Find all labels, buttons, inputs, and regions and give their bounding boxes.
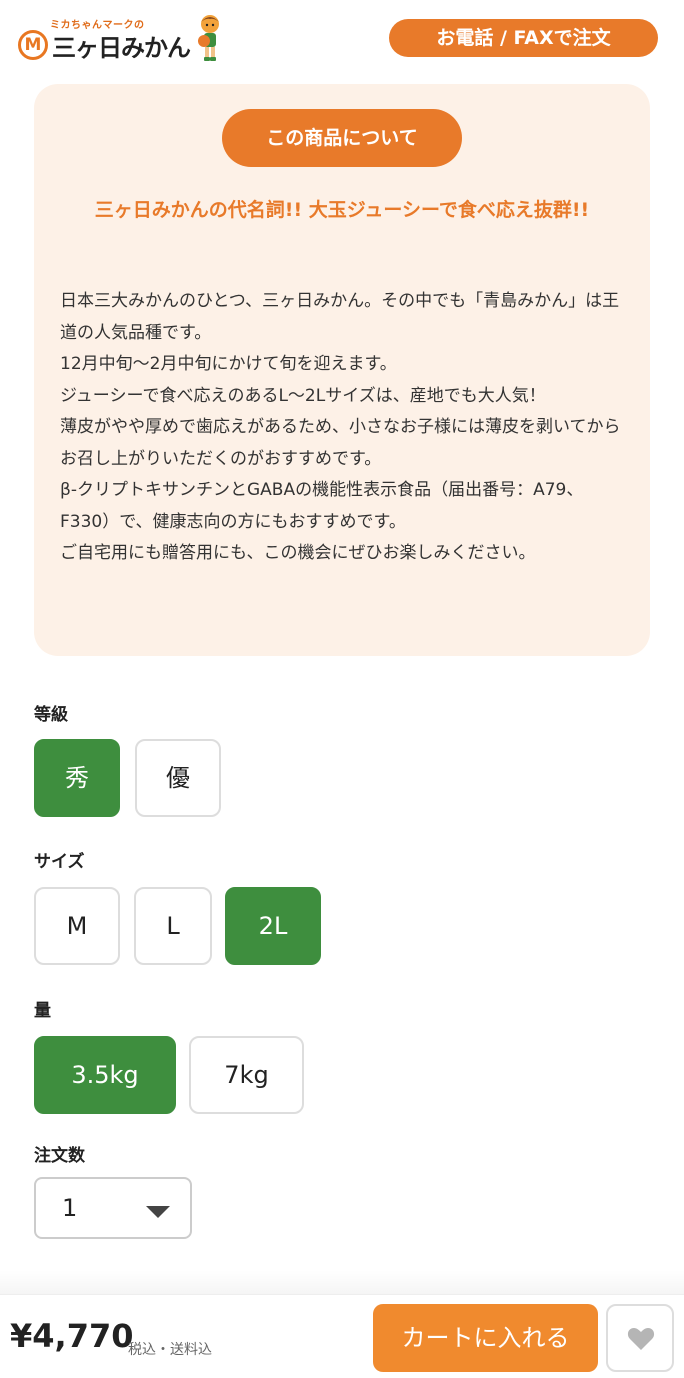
footer-shadow: [0, 1270, 684, 1294]
amount-option-7kg[interactable]: 7kg: [189, 1036, 304, 1114]
grade-option-shu[interactable]: 秀: [34, 739, 120, 817]
description-line: ご自宅用にも贈答用にも、この機会にぜひお楽しみください。: [60, 543, 536, 563]
about-section-title: この商品について: [222, 109, 462, 167]
grade-option-yu[interactable]: 優: [135, 739, 221, 817]
price-note: 税込・送料込: [128, 1342, 212, 1358]
about-description: 日本三大みかんのひとつ、三ヶ日みかん。その中でも「青島みかん」は王道の人気品種で…: [60, 286, 630, 570]
amount-option-3-5kg[interactable]: 3.5kg: [34, 1036, 176, 1114]
price: ¥4,770: [10, 1317, 134, 1355]
description-line: ジューシーで食べ応えのあるL〜2Lサイズは、産地でも大人気！: [60, 385, 546, 406]
site-header: ミカちゃんマークの M 三ヶ日みかん お電話 / FAXで注文: [0, 0, 684, 82]
logo-wordmark: 三ヶ日みかん: [52, 34, 191, 62]
add-to-cart-button[interactable]: カートに入れる: [373, 1304, 598, 1372]
product-about-panel: この商品について 三ヶ日みかんの代名詞!! 大玉ジューシーで食べ応え抜群!! 日…: [34, 84, 650, 656]
logo-m-badge: M: [18, 30, 48, 60]
site-logo[interactable]: ミカちゃんマークの M 三ヶ日みかん: [16, 12, 226, 68]
size-option-2l[interactable]: 2L: [225, 887, 321, 965]
description-line: 薄皮がやや厚めで歯応えがあるため、小さなお子様には薄皮を剥いてからお召し上がりい…: [60, 417, 621, 469]
description-line: β-クリプトキサンチンとGABAの機能性表示食品（届出番号：A79、F330）で…: [60, 480, 584, 532]
description-line: 日本三大みかんのひとつ、三ヶ日みかん。その中でも「青島みかん」は王道の人気品種で…: [60, 291, 620, 343]
size-option-m[interactable]: M: [34, 887, 120, 965]
quantity-select[interactable]: 1: [34, 1177, 192, 1239]
quantity-value: 1: [62, 1194, 78, 1222]
size-option-l[interactable]: L: [134, 887, 212, 965]
about-headline: 三ヶ日みかんの代名詞!! 大玉ジューシーで食べ応え抜群!!: [94, 199, 590, 221]
description-line: 12月中旬〜2月中旬にかけて旬を迎えます。: [60, 354, 397, 374]
phone-fax-order-button[interactable]: お電話 / FAXで注文: [389, 19, 658, 57]
grade-label: 等級: [34, 705, 68, 725]
favorite-button[interactable]: [606, 1304, 674, 1372]
mascot-icon: [198, 15, 219, 61]
amount-label: 量: [34, 1001, 51, 1021]
purchase-bar: ¥4,770 税込・送料込 カートに入れる: [0, 1294, 684, 1378]
size-label: サイズ: [34, 852, 85, 872]
chevron-down-icon: [146, 1206, 170, 1218]
heart-icon: [627, 1328, 655, 1350]
quantity-label: 注文数: [34, 1146, 85, 1166]
